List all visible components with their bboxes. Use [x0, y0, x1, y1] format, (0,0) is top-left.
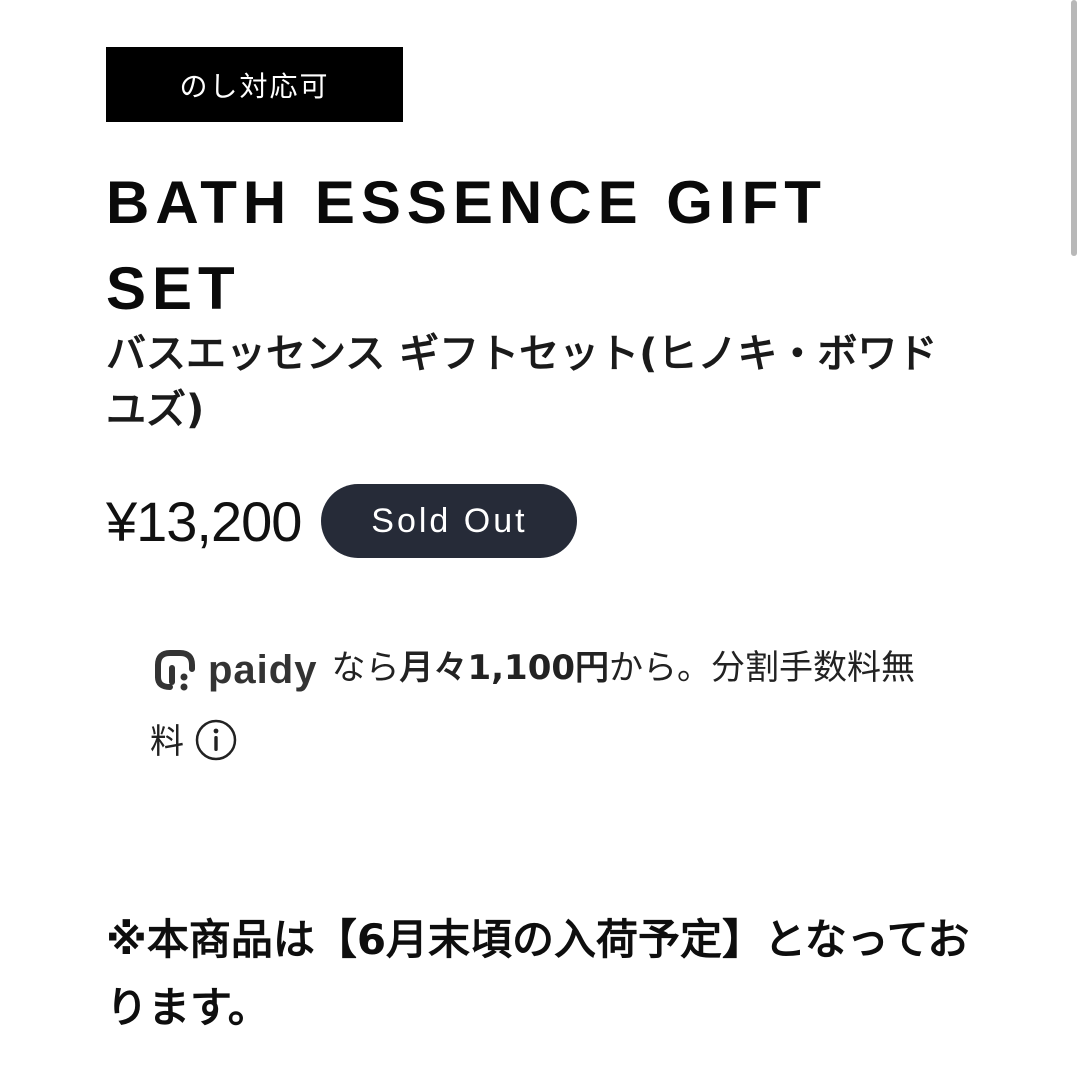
- paidy-logo-icon: [155, 649, 195, 690]
- scrollbar-thumb[interactable]: [1071, 0, 1077, 256]
- product-title-en: BATH ESSENCE GIFT SET: [106, 169, 827, 322]
- paidy-installment-info: paidy なら月々1,100円から。分割手数料無料: [150, 632, 940, 778]
- paidy-monthly-amount: 月々1,100円: [399, 648, 610, 688]
- paidy-text-prefix: なら: [331, 648, 400, 688]
- product-title-ja: バスエッセンス ギフトセット(ヒノキ・ボワドユズ): [106, 331, 938, 433]
- price-row: ¥13,200 Sold Out: [106, 484, 578, 558]
- info-icon[interactable]: [194, 718, 238, 762]
- noshi-badge-label: のし対応可: [179, 69, 330, 103]
- product-price: ¥13,200: [106, 489, 302, 553]
- sold-out-label: Sold Out: [371, 501, 528, 540]
- product-detail-page: のし対応可 BATH ESSENCE GIFT SET バスエッセンス ギフトセ…: [0, 0, 1080, 1080]
- noshi-available-badge: のし対応可: [106, 47, 403, 122]
- paidy-logo: paidy: [150, 634, 317, 706]
- paidy-brand-text: paidy: [208, 647, 318, 692]
- page-scrollbar[interactable]: [1068, 0, 1080, 1080]
- arrival-notice: ※本商品は【6月末頃の入荷予定】となっております。: [106, 915, 970, 1032]
- sold-out-badge: Sold Out: [321, 484, 578, 558]
